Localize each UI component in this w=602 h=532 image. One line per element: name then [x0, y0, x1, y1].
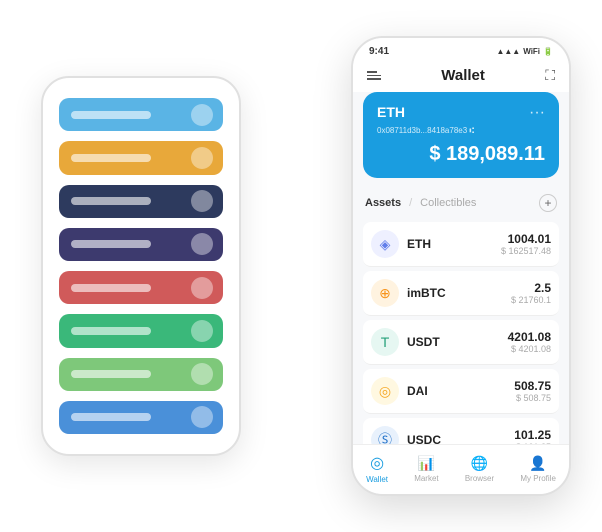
nav-browser[interactable]: 🌐 Browser — [465, 455, 494, 483]
asset-values-usdc: 101.25 $ 101.25 — [514, 428, 551, 444]
assets-tabs: Assets / Collectibles — [365, 197, 476, 209]
eth-card-balance: $ 189,089.11 — [377, 143, 545, 166]
assets-header: Assets / Collectibles + — [363, 188, 559, 218]
asset-icon-usdc: Ⓢ — [371, 426, 399, 444]
bg-card-6 — [59, 314, 223, 347]
bg-card-3 — [59, 185, 223, 218]
page-title: Wallet — [441, 67, 485, 84]
tab-divider: / — [409, 197, 412, 209]
wallet-nav-label: Wallet — [366, 475, 388, 484]
asset-row-imbtc[interactable]: ⊕ imBTC 2.5 $ 21760.1 — [363, 271, 559, 316]
eth-card-top: ETH ··· — [377, 104, 545, 122]
bg-card-2 — [59, 141, 223, 174]
browser-nav-icon: 🌐 — [471, 455, 488, 472]
eth-card-name: ETH — [377, 104, 405, 120]
asset-usd-imbtc: $ 21760.1 — [511, 295, 551, 305]
asset-icon-usdt: T — [371, 328, 399, 356]
phone-content[interactable]: ETH ··· 0x08711d3b...8418a78e3 ⑆ $ 189,0… — [353, 92, 569, 444]
asset-list: ◈ ETH 1004.01 $ 162517.48 ⊕ imBTC 2.5 $ … — [363, 222, 559, 444]
wallet-nav-icon: ◎ — [370, 453, 384, 473]
expand-icon[interactable]: ⛶ — [545, 67, 555, 84]
bg-card-5 — [59, 271, 223, 304]
asset-usd-usdt: $ 4201.08 — [508, 344, 551, 354]
asset-usd-eth: $ 162517.48 — [501, 246, 551, 256]
asset-usd-dai: $ 508.75 — [514, 393, 551, 403]
scene: 9:41 ▲▲▲ WiFi 🔋 Wallet ⛶ ETH ··· — [11, 11, 591, 521]
asset-row-eth[interactable]: ◈ ETH 1004.01 $ 162517.48 — [363, 222, 559, 267]
asset-symbol-imbtc: imBTC — [407, 286, 511, 300]
time: 9:41 — [369, 46, 389, 57]
asset-symbol-dai: DAI — [407, 384, 514, 398]
eth-card-menu[interactable]: ··· — [529, 104, 545, 122]
asset-row-dai[interactable]: ◎ DAI 508.75 $ 508.75 — [363, 369, 559, 414]
wifi-icon: WiFi — [523, 47, 540, 56]
eth-card-address: 0x08711d3b...8418a78e3 ⑆ — [377, 126, 545, 135]
background-phone — [41, 76, 241, 456]
profile-nav-label: My Profile — [520, 474, 556, 483]
browser-nav-label: Browser — [465, 474, 494, 483]
status-icons: ▲▲▲ WiFi 🔋 — [496, 47, 553, 56]
asset-symbol-eth: ETH — [407, 237, 501, 251]
signal-icon: ▲▲▲ — [496, 47, 520, 56]
asset-values-dai: 508.75 $ 508.75 — [514, 379, 551, 403]
bg-card-7 — [59, 358, 223, 391]
asset-values-imbtc: 2.5 $ 21760.1 — [511, 281, 551, 305]
status-bar: 9:41 ▲▲▲ WiFi 🔋 — [353, 38, 569, 61]
profile-nav-icon: 👤 — [529, 455, 546, 472]
asset-values-usdt: 4201.08 $ 4201.08 — [508, 330, 551, 354]
market-nav-icon: 📊 — [418, 455, 435, 472]
add-asset-button[interactable]: + — [539, 194, 557, 212]
bg-card-4 — [59, 228, 223, 261]
main-phone: 9:41 ▲▲▲ WiFi 🔋 Wallet ⛶ ETH ··· — [351, 36, 571, 496]
bg-card-1 — [59, 98, 223, 131]
tab-collectibles[interactable]: Collectibles — [420, 197, 476, 209]
asset-icon-dai: ◎ — [371, 377, 399, 405]
balance-amount: 189,089.11 — [446, 143, 545, 165]
asset-icon-imbtc: ⊕ — [371, 279, 399, 307]
asset-symbol-usdt: USDT — [407, 335, 508, 349]
eth-card[interactable]: ETH ··· 0x08711d3b...8418a78e3 ⑆ $ 189,0… — [363, 92, 559, 178]
phone-header: Wallet ⛶ — [353, 61, 569, 92]
asset-values-eth: 1004.01 $ 162517.48 — [501, 232, 551, 256]
asset-icon-eth: ◈ — [371, 230, 399, 258]
market-nav-label: Market — [414, 474, 438, 483]
bottom-nav: ◎ Wallet 📊 Market 🌐 Browser 👤 My Profile — [353, 444, 569, 494]
tab-assets[interactable]: Assets — [365, 197, 401, 209]
asset-row-usdc[interactable]: Ⓢ USDC 101.25 $ 101.25 — [363, 418, 559, 444]
battery-icon: 🔋 — [543, 47, 553, 56]
nav-market[interactable]: 📊 Market — [414, 455, 438, 483]
asset-amount-imbtc: 2.5 — [511, 281, 551, 295]
menu-icon[interactable] — [367, 71, 381, 80]
asset-amount-usdt: 4201.08 — [508, 330, 551, 344]
balance-prefix: $ — [429, 143, 440, 165]
asset-row-usdt[interactable]: T USDT 4201.08 $ 4201.08 — [363, 320, 559, 365]
nav-wallet[interactable]: ◎ Wallet — [366, 453, 388, 484]
asset-symbol-usdc: USDC — [407, 433, 514, 444]
asset-amount-dai: 508.75 — [514, 379, 551, 393]
asset-amount-usdc: 101.25 — [514, 428, 551, 442]
asset-amount-eth: 1004.01 — [501, 232, 551, 246]
bg-card-8 — [59, 401, 223, 434]
nav-profile[interactable]: 👤 My Profile — [520, 455, 556, 483]
